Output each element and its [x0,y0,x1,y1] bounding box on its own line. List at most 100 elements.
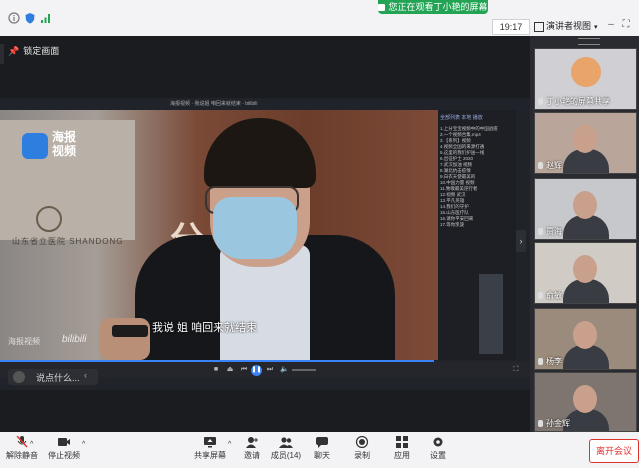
news-logo-icon [22,133,48,159]
chevron-up-icon[interactable]: ^ [228,441,231,448]
minimize-icon[interactable]: – [605,19,617,31]
microphone-muted-icon [16,436,28,448]
face-mask [213,197,297,259]
previous-icon[interactable]: ⏮ [240,366,248,374]
chevron-up-icon[interactable]: ^ [82,441,85,448]
chevron-down-icon: ▾ [594,24,598,31]
participant-tile[interactable]: 俞敏 [534,242,637,304]
sign-text: 山东省立医院 SHANDONG [12,237,124,246]
player-progress-bar[interactable] [0,360,434,362]
participant-name-text: 杨李 [546,357,562,366]
bilibili-watermark: bilibili [62,334,87,345]
shield-icon[interactable] [24,12,36,24]
chat-button[interactable]: 聊天 [302,436,342,466]
chevron-left-icon[interactable]: ‹ [84,370,87,380]
participant-face [573,255,597,283]
settings-button[interactable]: 设置 [418,436,458,466]
view-label: 演讲者视图 [546,21,592,31]
pin-icon: 📌 [8,46,20,56]
participant-name-text: 赵辉 [546,161,562,170]
microphone-icon [538,292,543,300]
record-button[interactable]: 录制 [342,436,382,466]
next-icon[interactable]: ⏭ [266,366,274,374]
playlist-item[interactable]: 17.等你凯旋 [440,222,514,229]
chat-label: 聊天 [314,451,330,460]
participant-face [573,321,597,349]
user-avatar-icon [13,371,25,383]
signal-icon[interactable] [40,12,52,24]
invite-icon [246,437,258,448]
leave-meeting-button[interactable]: 离开会议 [589,439,639,463]
record-label: 录制 [354,451,370,460]
microphone-icon [538,228,543,236]
microphone-icon [538,358,543,366]
record-icon [355,436,369,448]
drag-handle-icon[interactable] [578,38,600,45]
watermark-text: 海报视频 [8,337,40,346]
participant-name: 俞敏 [538,290,562,301]
microphone-icon [538,162,543,170]
playlist-scrollbar[interactable] [479,274,503,354]
side-handle[interactable] [0,44,4,64]
hospital-logo-icon [36,206,62,232]
participant-name: 孙金辉 [538,418,570,429]
banner-text: 您正在观看丁小艳的屏幕 [388,2,488,12]
speaker-view-button[interactable]: 演讲者视图 ▾ [534,19,600,33]
settings-label: 设置 [430,451,446,460]
chat-icon [316,437,328,448]
members-icon [279,437,293,448]
pause-button[interactable]: ❚❚ [251,365,262,376]
participant-face [573,191,597,219]
stop-video-label: 停止视频 [48,451,80,460]
participant-name: 贾海 [538,226,562,237]
volume-slider[interactable] [292,369,316,371]
meeting-timer: 19:17 [492,19,530,35]
stop-icon[interactable]: ■ [212,366,220,374]
share-screen-icon [204,437,216,448]
collapse-panel-icon[interactable]: › [516,230,526,252]
stop-video-button[interactable]: 停止视频 [44,436,84,466]
participant-name: 杨李 [538,356,562,367]
screen-share-icon [378,4,386,12]
participant-tile[interactable]: 杨李 [534,308,637,370]
participant-name-text: 俞敏 [546,291,562,300]
player-title: 海报视频 · 我说姐 咱回来就结束 · bilibili [170,101,258,107]
chevron-up-icon[interactable]: ^ [30,441,33,448]
unmute-button[interactable]: 解除静音 [2,436,42,466]
screen-share-banner[interactable]: 您正在观看丁小艳的屏幕 [378,0,488,14]
grid-icon [534,21,544,32]
participant-face [573,125,597,153]
participant-name-text: 孙金辉 [546,419,570,428]
apps-button[interactable]: 应用 [382,436,422,466]
members-label: 成员(14) [270,451,302,460]
playlist-tabs[interactable]: 全部列表 本地 播放 [440,114,514,122]
participant-name-text: 丁小艳的屏幕共享 [546,97,610,106]
participant-name: 赵辉 [538,160,562,171]
share-screen-button[interactable]: 共享屏幕 [190,436,230,466]
apps-label: 应用 [394,451,410,460]
microphone-icon [112,325,148,337]
volume-icon[interactable]: 🔈 [280,366,289,374]
fullscreen-icon[interactable]: ⛶ [620,19,632,31]
unmute-label: 解除静音 [6,451,38,460]
gear-icon [433,437,443,447]
news-logo-text: 海报视频 [52,130,77,158]
microphone-icon [538,98,543,106]
share-screen-label: 共享屏幕 [194,451,226,460]
participant-name: 丁小艳的屏幕共享 [538,96,610,107]
open-file-icon[interactable]: ⏏ [226,366,234,374]
lock-label: 锁定画面 [23,46,60,56]
participant-tile[interactable]: 丁小艳的屏幕共享 [534,48,637,110]
info-icon[interactable] [8,12,20,24]
video-subtitle: 我说 姐 咱回来就结束 [152,322,258,334]
microphone-icon [538,420,543,428]
fullscreen-player-icon[interactable]: ⛶ [512,366,520,374]
participant-tile[interactable]: 赵辉 [534,112,637,174]
participant-tile[interactable]: 孙金辉 [534,372,637,432]
participant-tile[interactable]: 贾海 [534,178,637,240]
lock-screen-button[interactable]: 📌 锁定画面 [8,44,60,58]
participant-face [573,385,597,413]
members-button[interactable]: 成员(14) [266,436,306,466]
comment-placeholder: 说点什么... [36,373,80,383]
camera-icon [58,438,70,446]
